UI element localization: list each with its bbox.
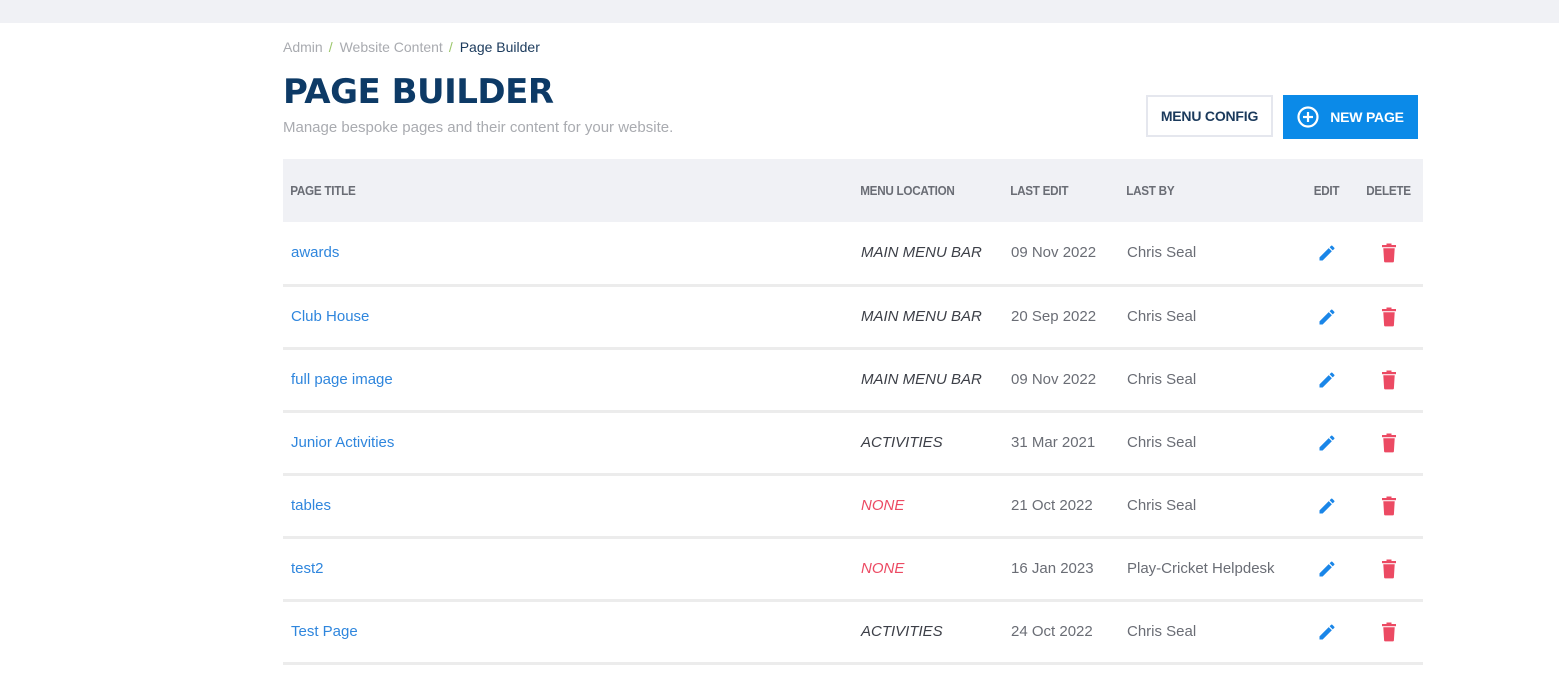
last-by-cell: Chris Seal <box>1127 244 1197 262</box>
menu-config-label: MENU CONFIG <box>1160 108 1259 124</box>
column-header-page-title[interactable]: PAGE TITLE <box>283 159 796 222</box>
page-title-link[interactable]: Test Page <box>291 623 358 640</box>
edit-pencil-icon[interactable] <box>1317 433 1337 453</box>
page-subtitle: Manage bespoke pages and their content f… <box>283 119 674 136</box>
top-bar <box>0 0 1559 23</box>
delete-trash-icon[interactable] <box>1380 622 1398 642</box>
last-edit-cell: 20 Sep 2022 <box>1011 308 1097 325</box>
page-title: PAGE BUILDER <box>283 72 554 112</box>
page-title-link[interactable]: awards <box>291 244 339 261</box>
page-title-link[interactable]: Junior Activities <box>291 434 394 451</box>
edit-pencil-icon[interactable] <box>1317 622 1337 642</box>
delete-trash-icon[interactable] <box>1380 559 1398 579</box>
pages-table: PAGE TITLE MENU LOCATION LAST EDIT LAST … <box>283 159 1423 665</box>
page-title-link[interactable]: full page image <box>291 371 393 388</box>
table-row: test2 NONE 16 Jan 2023 Play-Cricket Help… <box>283 537 1423 600</box>
column-header-delete: DELETE <box>1366 183 1411 198</box>
last-edit-cell: 09 Nov 2022 <box>1011 244 1097 262</box>
table-row: Junior Activities ACTIVITIES 31 Mar 2021… <box>283 411 1423 474</box>
last-by-cell: Chris Seal <box>1127 308 1197 325</box>
table-row: full page image MAIN MENU BAR 09 Nov 202… <box>283 348 1423 411</box>
edit-pencil-icon[interactable] <box>1317 559 1337 579</box>
breadcrumb: Admin / Website Content / Page Builder <box>283 39 540 55</box>
delete-trash-icon[interactable] <box>1380 433 1398 453</box>
last-by-cell: Chris Seal <box>1127 623 1197 640</box>
column-header-last-edit[interactable]: LAST EDIT <box>1003 159 1107 222</box>
delete-trash-icon[interactable] <box>1380 307 1398 327</box>
table-row: tables NONE 21 Oct 2022 Chris Seal <box>283 474 1423 537</box>
breadcrumb-separator: / <box>448 39 453 55</box>
menu-location-cell: MAIN MENU BAR <box>861 308 982 325</box>
table-header-row: PAGE TITLE MENU LOCATION LAST EDIT LAST … <box>283 159 1423 222</box>
last-by-cell: Chris Seal <box>1127 434 1197 451</box>
breadcrumb-website-content[interactable]: Website Content <box>340 39 443 55</box>
table-row: Club House MAIN MENU BAR 20 Sep 2022 Chr… <box>283 285 1423 348</box>
new-page-label: NEW PAGE <box>1330 109 1404 125</box>
edit-pencil-icon[interactable] <box>1317 307 1337 327</box>
last-edit-cell: 16 Jan 2023 <box>1011 560 1094 577</box>
menu-location-cell: ACTIVITIES <box>861 623 943 640</box>
edit-pencil-icon[interactable] <box>1317 370 1337 390</box>
breadcrumb-admin[interactable]: Admin <box>283 39 323 55</box>
menu-config-button[interactable]: MENU CONFIG <box>1146 95 1273 137</box>
edit-pencil-icon[interactable] <box>1317 496 1337 516</box>
last-edit-cell: 31 Mar 2021 <box>1011 434 1096 451</box>
breadcrumb-separator: / <box>328 39 333 55</box>
delete-trash-icon[interactable] <box>1380 243 1398 263</box>
column-header-menu-location[interactable]: MENU LOCATION <box>853 159 988 222</box>
last-by-cell: Play-Cricket Helpdesk <box>1127 560 1275 577</box>
menu-location-cell: MAIN MENU BAR <box>861 371 982 388</box>
breadcrumb-current: Page Builder <box>459 39 540 55</box>
last-edit-cell: 09 Nov 2022 <box>1011 371 1097 388</box>
column-header-last-by[interactable]: LAST BY <box>1119 159 1281 222</box>
page-title-link[interactable]: Club House <box>291 308 369 325</box>
table-row: awards MAIN MENU BAR 09 Nov 2022 Chris S… <box>283 222 1423 285</box>
last-by-cell: Chris Seal <box>1127 497 1197 514</box>
menu-location-cell: ACTIVITIES <box>861 434 943 451</box>
delete-trash-icon[interactable] <box>1380 496 1398 516</box>
menu-location-cell: MAIN MENU BAR <box>861 244 982 262</box>
last-edit-cell: 21 Oct 2022 <box>1011 497 1093 514</box>
new-page-button[interactable]: NEW PAGE <box>1283 95 1418 139</box>
last-edit-cell: 24 Oct 2022 <box>1011 623 1093 640</box>
delete-trash-icon[interactable] <box>1380 370 1398 390</box>
page-title-link[interactable]: tables <box>291 497 331 514</box>
menu-location-cell: NONE <box>861 560 905 577</box>
page-title-link[interactable]: test2 <box>291 560 324 577</box>
menu-location-cell: NONE <box>861 497 905 514</box>
table-row: Test Page ACTIVITIES 24 Oct 2022 Chris S… <box>283 600 1423 663</box>
plus-circle-icon <box>1297 106 1319 128</box>
edit-pencil-icon[interactable] <box>1317 243 1337 263</box>
column-header-edit: EDIT <box>1313 183 1340 198</box>
last-by-cell: Chris Seal <box>1127 371 1197 388</box>
